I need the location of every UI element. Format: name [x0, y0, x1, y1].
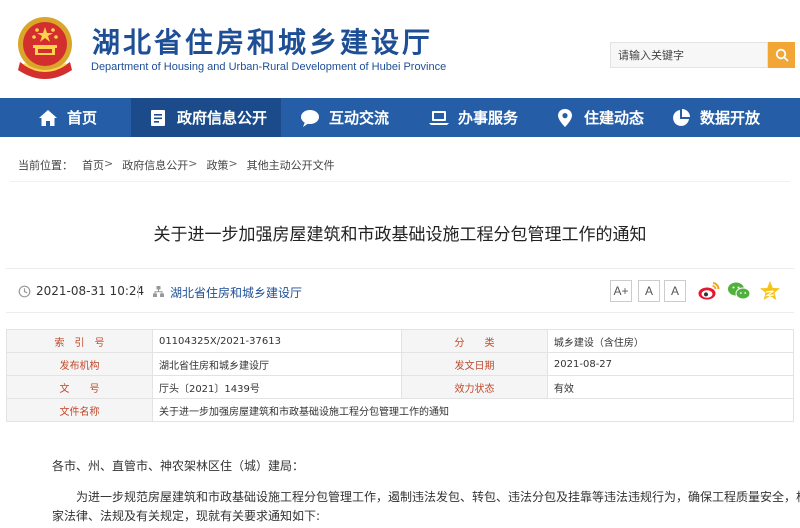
nav-item-label: 首页	[67, 109, 98, 127]
font-size-decrease-button[interactable]: A	[664, 280, 686, 302]
publisher-name: 湖北省住房和城乡建设厅	[170, 286, 303, 300]
document-icon	[147, 107, 169, 129]
qzone-star-icon[interactable]	[758, 279, 782, 303]
search-icon	[775, 48, 789, 62]
nav-item-open-data[interactable]: 数据开放	[666, 98, 800, 137]
table-row: 文 号 厅头〔2021〕1439号 效力状态 有效	[6, 375, 795, 399]
organization-icon	[153, 286, 164, 297]
doc-number-label: 文 号	[6, 375, 153, 399]
page-title: 关于进一步加强房屋建筑和市政基础设施工程分包管理工作的通知	[153, 225, 647, 245]
font-button-label: A	[670, 284, 679, 298]
divider	[10, 181, 790, 182]
status-label: 效力状态	[401, 375, 548, 399]
site-subtitle: Department of Housing and Urban-Rural De…	[91, 61, 447, 73]
breadcrumb-item-gov-info[interactable]: 政府信息公开	[122, 157, 188, 173]
font-size-increase-button[interactable]: A+	[610, 280, 632, 302]
nav-item-label: 办事服务	[458, 109, 519, 127]
nav-item-services[interactable]: 办事服务	[414, 98, 540, 137]
search-input[interactable]	[610, 42, 768, 68]
category-label: 分 类	[401, 329, 548, 353]
font-size-default-button[interactable]: A	[638, 280, 660, 302]
publish-datetime: 2021-08-31 10:24	[36, 284, 145, 298]
index-label: 索 引 号	[6, 329, 153, 353]
paragraph-line: 为进一步规范房屋建筑和市政基础设施工程分包管理工作，遏制违法发包、转包、违法分包…	[76, 490, 800, 504]
salutation-text: 各市、州、直管市、神农架林区住（城）建局：	[52, 459, 305, 473]
font-button-label: A	[644, 284, 653, 298]
paragraph-line: 家法律、法规及有关规定，现就有关要求通知如下:	[52, 509, 321, 523]
file-name-value: 关于进一步加强房屋建筑和市政基础设施工程分包管理工作的通知	[151, 398, 795, 422]
nav-item-label: 政府信息公开	[177, 109, 268, 127]
nav-item-label: 数据开放	[700, 109, 761, 127]
breadcrumb-separator: >	[228, 157, 238, 170]
laptop-icon	[428, 107, 450, 129]
doc-number-value: 厅头〔2021〕1439号	[151, 375, 403, 399]
search-button[interactable]	[768, 42, 795, 68]
home-icon	[37, 107, 59, 129]
status-value: 有效	[546, 375, 795, 399]
issuer-value: 湖北省住房和城乡建设厅	[151, 352, 403, 376]
breadcrumb-item-other-files[interactable]: 其他主动公开文件	[247, 157, 335, 173]
breadcrumb-prefix: 当前位置：	[18, 159, 73, 172]
breadcrumb-item-home[interactable]: 首页	[82, 157, 104, 173]
nav-item-gov-info[interactable]: 政府信息公开	[131, 98, 281, 137]
font-button-label: A+	[613, 284, 629, 298]
nav-item-label: 住建动态	[584, 109, 645, 127]
table-row: 发布机构 湖北省住房和城乡建设厅 发文日期 2021-08-27	[6, 352, 795, 376]
breadcrumb-separator: >	[104, 157, 114, 170]
index-value: 01104325X/2021-37613	[151, 329, 403, 353]
divider	[138, 285, 139, 298]
weibo-icon[interactable]	[697, 279, 721, 303]
breadcrumb-item-policy[interactable]: 政策	[206, 157, 228, 173]
breadcrumb: 当前位置： 首页 > 政府信息公开 > 政策 > 其他主动公开文件	[18, 157, 335, 173]
national-emblem-icon	[18, 17, 72, 79]
date-label: 发文日期	[401, 352, 548, 376]
nav-item-home[interactable]: 首页	[0, 98, 131, 137]
issuer-label: 发布机构	[6, 352, 153, 376]
wechat-icon[interactable]	[727, 279, 751, 303]
breadcrumb-separator: >	[188, 157, 198, 170]
table-row: 文件名称 关于进一步加强房屋建筑和市政基础设施工程分包管理工作的通知	[6, 398, 795, 422]
nav-item-news[interactable]: 住建动态	[540, 98, 666, 137]
chat-bubble-icon	[299, 107, 321, 129]
nav-item-interaction[interactable]: 互动交流	[281, 98, 414, 137]
site-header: 湖北省住房和城乡建设厅 Department of Housing and Ur…	[0, 0, 800, 98]
pie-chart-icon	[670, 107, 692, 129]
category-value: 城乡建设（含住房）	[546, 329, 795, 353]
file-name-label: 文件名称	[6, 398, 153, 422]
table-row: 索 引 号 01104325X/2021-37613 分 类 城乡建设（含住房）	[6, 329, 795, 353]
nav-item-label: 互动交流	[329, 109, 390, 127]
location-pin-icon	[554, 107, 576, 129]
site-title: 湖北省住房和城乡建设厅	[92, 26, 434, 59]
article-meta-bar: 2021-08-31 10:24 湖北省住房和城乡建设厅 A+ A A	[6, 268, 794, 313]
clock-icon	[18, 285, 31, 298]
date-value: 2021-08-27	[546, 352, 795, 376]
main-nav: 首页 政府信息公开 互动交流 办事服务 住建动态 数据开放	[0, 98, 800, 137]
document-info-table: 索 引 号 01104325X/2021-37613 分 类 城乡建设（含住房）…	[6, 329, 795, 422]
